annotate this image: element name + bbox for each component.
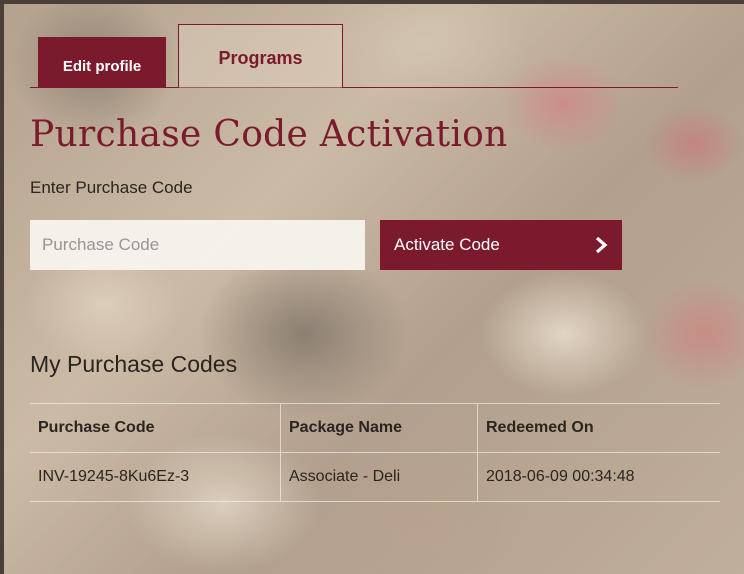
table-header-row: Purchase Code Package Name Redeemed On bbox=[30, 403, 720, 453]
app-frame: Edit profile Programs Purchase Code Acti… bbox=[0, 0, 744, 574]
tab-programs-label: Programs bbox=[218, 48, 303, 68]
page-title: Purchase Code Activation bbox=[30, 114, 508, 155]
column-header-purchase-code: Purchase Code bbox=[30, 403, 281, 453]
activate-code-label: Activate Code bbox=[394, 235, 500, 254]
cell-purchase-code: INV-19245-8Ku6Ez-3 bbox=[30, 452, 281, 502]
table-row: INV-19245-8Ku6Ez-3 Associate - Deli 2018… bbox=[30, 452, 720, 502]
my-purchase-codes-title: My Purchase Codes bbox=[30, 351, 238, 377]
purchase-code-label: Enter Purchase Code bbox=[30, 178, 193, 197]
cell-package-name: Associate - Deli bbox=[280, 452, 478, 502]
column-header-redeemed-on: Redeemed On bbox=[477, 403, 720, 453]
chevron-right-icon bbox=[594, 236, 608, 254]
cell-redeemed-on: 2018-06-09 00:34:48 bbox=[477, 452, 720, 502]
tab-edit-profile[interactable]: Edit profile bbox=[38, 37, 166, 88]
tab-edit-profile-label: Edit profile bbox=[62, 58, 142, 75]
column-header-package-name: Package Name bbox=[280, 403, 478, 453]
tab-programs[interactable]: Programs bbox=[178, 24, 343, 88]
page-content: Edit profile Programs Purchase Code Acti… bbox=[4, 4, 744, 574]
purchase-codes-table: Purchase Code Package Name Redeemed On I… bbox=[30, 403, 720, 502]
purchase-code-input[interactable] bbox=[30, 220, 365, 270]
activate-code-button[interactable]: Activate Code bbox=[380, 220, 622, 270]
